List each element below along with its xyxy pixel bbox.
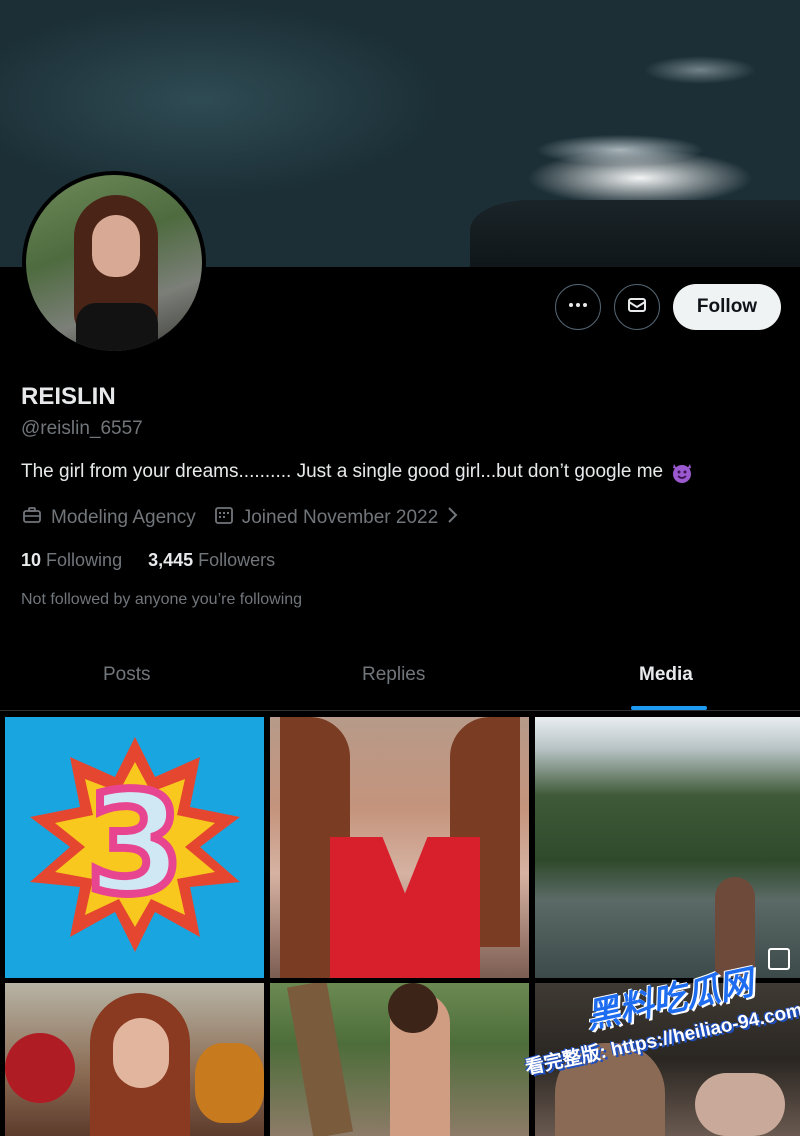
- joined-label: Joined November 2022: [241, 507, 439, 528]
- profile-name: REISLIN: [21, 383, 116, 410]
- profile-tabs: Posts Replies Media: [0, 640, 800, 711]
- more-horizontal-icon: [567, 294, 589, 321]
- following-link[interactable]: 10 Following: [21, 550, 122, 571]
- category-item: Modeling Agency: [21, 504, 196, 532]
- profile-meta: Modeling Agency Joined November 2022: [21, 504, 476, 532]
- follow-button[interactable]: Follow: [673, 284, 781, 330]
- media-item-4[interactable]: [5, 983, 264, 1136]
- media-item-1[interactable]: 3: [5, 717, 264, 978]
- followers-link[interactable]: 3,445 Followers: [148, 550, 275, 571]
- category-label: Modeling Agency: [51, 507, 196, 528]
- not-followed-note: Not followed by anyone you’re following: [21, 591, 303, 608]
- tab-media[interactable]: Media: [639, 664, 693, 686]
- joined-item[interactable]: Joined November 2022: [214, 505, 458, 531]
- envelope-icon: [626, 294, 648, 321]
- svg-text:3: 3: [86, 763, 183, 926]
- profile-stats: 10 Following 3,445 Followers: [21, 550, 275, 571]
- media-item-3[interactable]: [535, 717, 800, 978]
- active-tab-indicator: [631, 706, 707, 710]
- profile-bio: The girl from your dreams.......... Just…: [21, 459, 695, 485]
- tab-replies[interactable]: Replies: [362, 664, 425, 686]
- bio-text: The girl from your dreams.......... Just…: [21, 461, 664, 482]
- media-item-6[interactable]: [535, 983, 800, 1136]
- avatar[interactable]: [22, 171, 206, 355]
- profile-handle: @reislin_6557: [21, 418, 143, 439]
- chevron-right-icon: [446, 506, 458, 530]
- calendar-icon: [214, 505, 234, 531]
- more-button[interactable]: [555, 284, 601, 330]
- media-item-5[interactable]: [270, 983, 529, 1136]
- message-button[interactable]: [614, 284, 660, 330]
- media-item-2[interactable]: [270, 717, 529, 978]
- briefcase-icon: [21, 504, 43, 532]
- media-grid: 3: [0, 713, 800, 1136]
- smiling-devil-emoji: [669, 459, 695, 485]
- tab-posts[interactable]: Posts: [103, 664, 151, 686]
